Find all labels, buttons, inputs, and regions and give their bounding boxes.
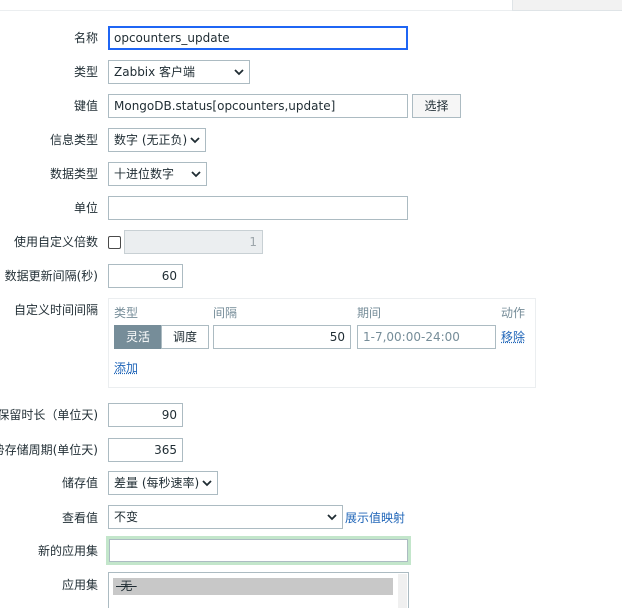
- type-label: 类型: [73, 65, 98, 79]
- chevron-down-icon: [234, 69, 244, 76]
- units-label: 单位: [73, 201, 98, 215]
- chevron-down-icon: [202, 480, 212, 487]
- chevron-down-icon: [191, 171, 201, 178]
- show-value-select[interactable]: 不变: [108, 505, 343, 529]
- interval-remove-link[interactable]: 移除: [501, 330, 525, 344]
- item-edit-form: 名称 opcounters_update 类型 Zabbix 客户端 键值 Mo…: [0, 0, 622, 608]
- applications-option[interactable]: -无-: [113, 578, 393, 595]
- applications-scrollbar[interactable]: [398, 574, 407, 608]
- info-type-select-value: 数字 (无正负): [114, 133, 188, 147]
- custom-intervals-label: 自定义时间间隔: [13, 303, 98, 317]
- type-select[interactable]: Zabbix 客户端: [108, 60, 250, 84]
- new-application-label: 新的应用集: [37, 544, 98, 558]
- multiplier-input[interactable]: 1: [124, 230, 263, 254]
- key-input[interactable]: MongoDB.status[opcounters,update]: [108, 94, 408, 118]
- interval-add-link[interactable]: 添加: [114, 361, 138, 375]
- data-type-label: 数据类型: [49, 167, 98, 181]
- column-type-header: 类型: [114, 306, 139, 320]
- new-application-input[interactable]: [106, 536, 411, 565]
- interval-type-scheduling-button[interactable]: 调度: [161, 325, 209, 349]
- interval-period-input[interactable]: 1-7,00:00-24:00: [357, 325, 496, 349]
- show-value-label: 查看值: [61, 511, 98, 525]
- tab-underline: [0, 10, 512, 11]
- multiplier-checkbox[interactable]: [108, 236, 121, 249]
- applications-label: 应用集: [61, 578, 98, 592]
- history-label: 保留时长（单位天): [0, 408, 98, 422]
- applications-listbox[interactable]: -无-: [108, 572, 409, 608]
- info-type-label: 信息类型: [49, 133, 98, 147]
- show-value-mappings-link[interactable]: 展示值映射: [345, 511, 405, 525]
- key-label: 键值: [73, 99, 98, 113]
- name-label: 名称: [73, 31, 98, 45]
- chevron-down-icon: [327, 514, 337, 521]
- column-action-header: 动作: [501, 306, 526, 320]
- top-tab[interactable]: [512, 0, 622, 11]
- type-select-value: Zabbix 客户端: [114, 65, 196, 79]
- store-value-label: 储存值: [61, 476, 98, 490]
- update-interval-label: 数据更新间隔(秒): [4, 269, 98, 283]
- data-type-select-value: 十进位数字: [114, 167, 175, 181]
- column-interval-header: 间隔: [213, 306, 238, 320]
- show-value-select-value: 不变: [114, 510, 139, 524]
- column-period-header: 期间: [357, 306, 382, 320]
- trends-input[interactable]: 365: [108, 438, 183, 462]
- units-input[interactable]: [108, 196, 408, 220]
- interval-type-flexible-button[interactable]: 灵活: [114, 325, 162, 349]
- key-select-button[interactable]: 选择: [412, 94, 461, 118]
- store-value-select-value: 差量 (每秒速率): [114, 476, 200, 490]
- data-type-select[interactable]: 十进位数字: [108, 162, 207, 186]
- multiplier-label: 使用自定义倍数: [13, 235, 98, 249]
- name-input[interactable]: opcounters_update: [108, 26, 408, 50]
- store-value-select[interactable]: 差量 (每秒速率): [108, 471, 218, 495]
- chevron-down-icon: [190, 137, 200, 144]
- interval-delay-input[interactable]: 50: [213, 325, 351, 349]
- history-input[interactable]: 90: [108, 403, 183, 427]
- trends-label: 趋势存储周期(单位天): [0, 443, 98, 457]
- top-tab-strip: [0, 0, 622, 12]
- update-interval-input[interactable]: 60: [108, 264, 183, 288]
- info-type-select[interactable]: 数字 (无正负): [108, 128, 206, 152]
- new-application-input-field: [109, 539, 408, 562]
